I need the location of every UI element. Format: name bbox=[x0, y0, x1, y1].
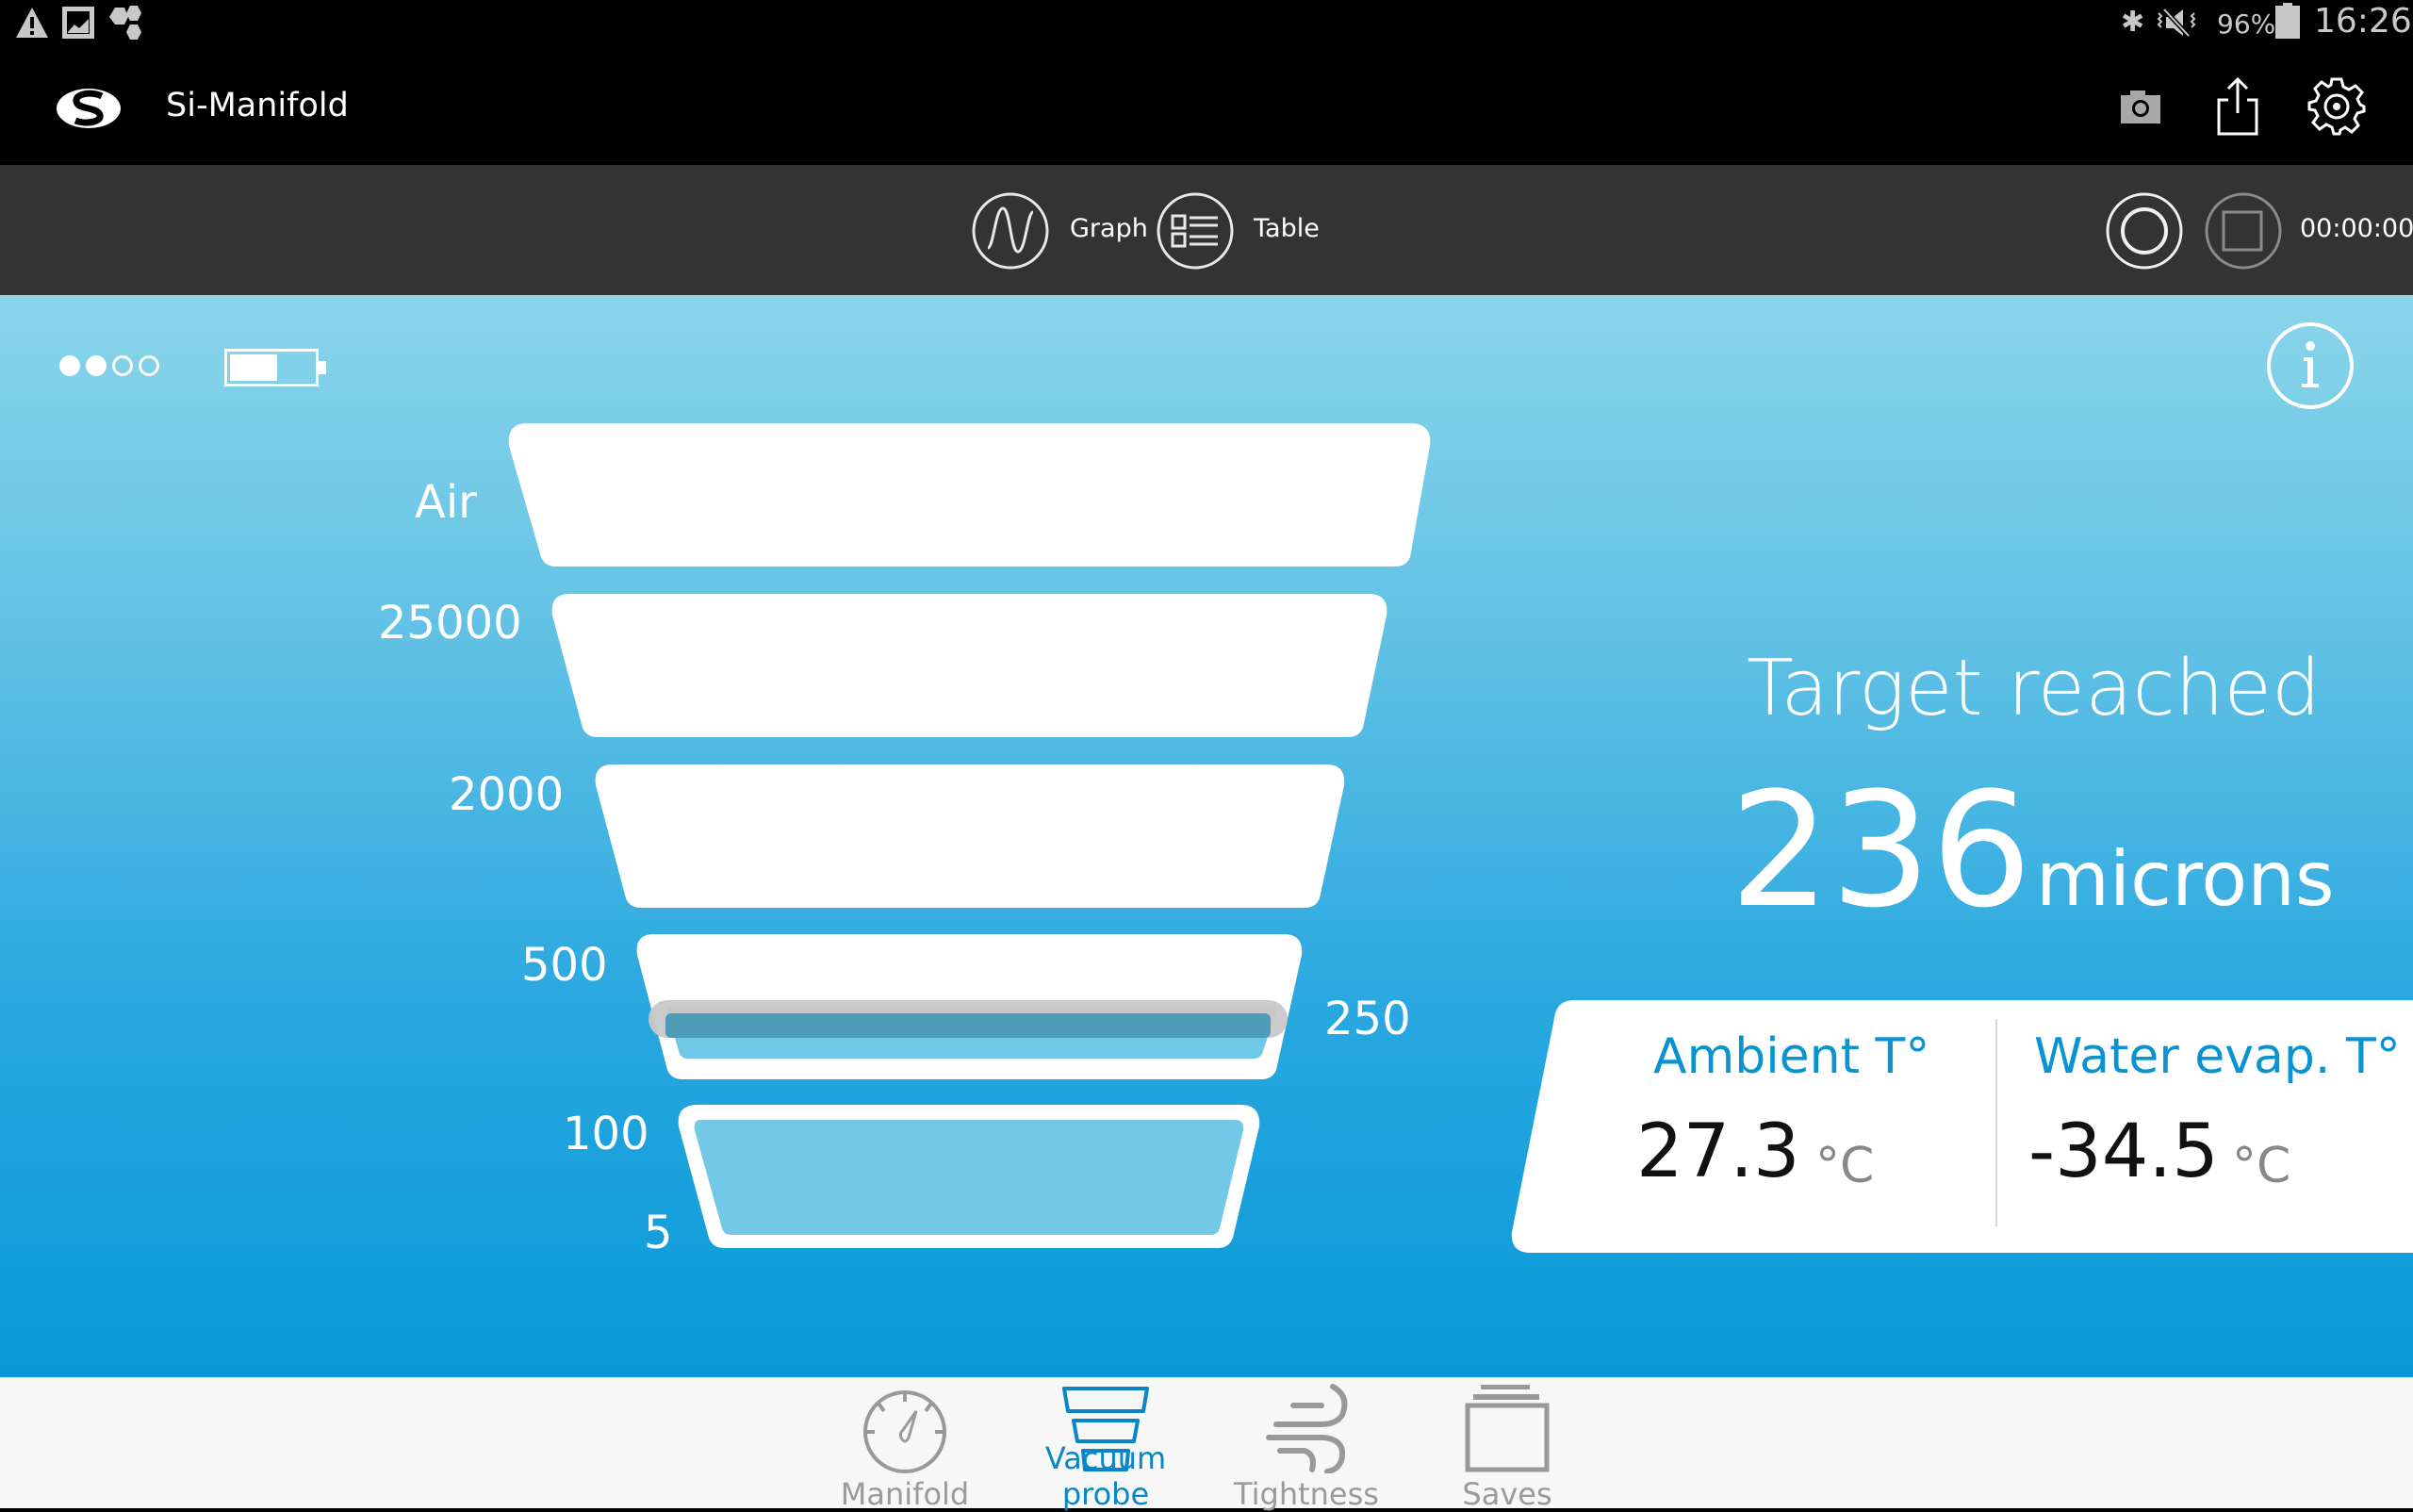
funnel-label-25000: 25000 bbox=[378, 597, 522, 649]
folder-icon bbox=[1465, 1385, 1550, 1472]
funnel-band-air bbox=[508, 423, 1431, 567]
camera-icon[interactable] bbox=[2119, 88, 2162, 125]
vacuum-funnel bbox=[508, 423, 1431, 1248]
stop-icon[interactable] bbox=[2204, 191, 2283, 271]
ambient-temp-title: Ambient T° bbox=[1653, 1028, 1930, 1085]
temperature-card: Ambient T° 27.3 °C Water evap. T° -34.5 … bbox=[1508, 1000, 2413, 1253]
table-button[interactable]: Table bbox=[1156, 191, 1344, 271]
app-title: Si-Manifold bbox=[166, 87, 349, 124]
nav-label-saves: Saves bbox=[1462, 1476, 1552, 1512]
graph-button[interactable]: Graph bbox=[971, 191, 1150, 271]
funnel-band-25000 bbox=[551, 594, 1387, 737]
warning-icon bbox=[16, 8, 48, 38]
gauge-icon bbox=[863, 1390, 946, 1473]
nav-label-vacuum-probe: Vacuum probe bbox=[1044, 1440, 1167, 1512]
table-label: Table bbox=[1254, 214, 1320, 243]
nav-item-saves[interactable]: Saves bbox=[1403, 1377, 1611, 1512]
funnel-label-2000: 2000 bbox=[449, 768, 565, 821]
status-bar: ✱ 96% 16:26 bbox=[0, 0, 2413, 57]
funnel-band-2000 bbox=[595, 764, 1345, 908]
ambient-temp-unit: °C bbox=[1815, 1138, 1875, 1194]
funnel-label-5: 5 bbox=[644, 1207, 673, 1259]
info-icon[interactable] bbox=[2266, 321, 2355, 410]
target-marker-label: 250 bbox=[1324, 993, 1411, 1045]
water-evap-temp-value: -34.5 bbox=[2028, 1109, 2219, 1194]
water-evap-temp-unit: °C bbox=[2232, 1138, 2291, 1194]
timer: 00:00:00 bbox=[2300, 214, 2413, 243]
mute-vibrate-icon bbox=[2157, 8, 2196, 38]
nav-label-manifold: Manifold bbox=[840, 1476, 970, 1512]
funnel-band-100-fill bbox=[694, 1120, 1244, 1235]
graph-label: Graph bbox=[1070, 214, 1148, 243]
target-marker-inner bbox=[665, 1013, 1271, 1038]
vacuum-reading-unit: microns bbox=[2036, 835, 2335, 923]
wind-icon bbox=[1266, 1384, 1348, 1473]
share-icon[interactable] bbox=[2215, 75, 2260, 138]
hexagons-icon bbox=[109, 6, 141, 40]
funnel-label-100: 100 bbox=[563, 1108, 649, 1160]
vacuum-probe-panel: Air 25000 2000 500 100 5 250 Target reac… bbox=[0, 295, 2413, 1377]
vacuum-reading-value: 236 bbox=[1730, 758, 2032, 943]
app-bar: Si-Manifold bbox=[0, 57, 2413, 165]
battery-percent: 96% bbox=[2217, 8, 2276, 40]
funnel-label-500: 500 bbox=[521, 939, 608, 992]
brand-logo bbox=[57, 89, 121, 128]
toolbar: Graph Table 00:00:00 bbox=[0, 165, 2413, 295]
bluetooth-icon: ✱ bbox=[2121, 6, 2145, 39]
funnel-label-air: Air bbox=[415, 476, 477, 529]
nav-label-tightness: Tightness bbox=[1234, 1476, 1379, 1512]
record-icon[interactable] bbox=[2105, 191, 2184, 271]
settings-icon[interactable] bbox=[2306, 75, 2368, 138]
graph-wave-icon bbox=[972, 192, 1049, 270]
image-icon bbox=[62, 7, 94, 39]
nav-item-manifold[interactable]: Manifold bbox=[801, 1377, 1009, 1512]
nav-item-tightness[interactable]: Tightness bbox=[1203, 1377, 1410, 1512]
status-text: Target reached bbox=[1746, 644, 2321, 733]
nav-item-vacuum-probe[interactable]: Vacuum probe bbox=[1002, 1377, 1209, 1512]
clock: 16:26 bbox=[2314, 2, 2412, 41]
ambient-temp-value: 27.3 bbox=[1636, 1109, 1800, 1194]
battery-icon bbox=[2275, 3, 2300, 39]
water-evap-temp-title: Water evap. T° bbox=[2034, 1028, 2401, 1085]
bottom-navigation: Manifold Vacuum probe Tightness Saves bbox=[0, 1377, 2413, 1512]
table-list-icon bbox=[1157, 192, 1234, 270]
